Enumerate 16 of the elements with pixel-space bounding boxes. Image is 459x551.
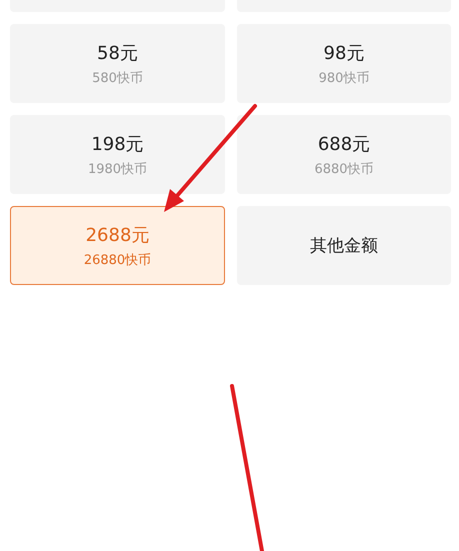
coins-text: 1980快币 xyxy=(88,160,148,178)
price-text: 688元 xyxy=(318,132,370,156)
amount-card[interactable]: 98元 980快币 xyxy=(237,24,451,103)
other-amount-text: 其他金额 xyxy=(310,235,378,257)
amount-card[interactable]: 688元 6880快币 xyxy=(237,115,451,194)
amount-card[interactable]: 198元 1980快币 xyxy=(10,115,225,194)
coins-text: 26880快币 xyxy=(84,252,152,268)
price-text: 58元 xyxy=(97,42,138,64)
price-text: 2688元 xyxy=(86,224,150,246)
coins-text: 980快币 xyxy=(318,70,370,86)
amount-card[interactable]: 58元 580快币 xyxy=(10,24,225,103)
coins-text: 6880快币 xyxy=(314,160,374,178)
other-amount-card[interactable]: 其他金额 xyxy=(237,206,451,285)
price-text: 98元 xyxy=(324,42,364,64)
coins-text: 580快币 xyxy=(92,70,143,86)
price-text: 198元 xyxy=(91,132,144,156)
